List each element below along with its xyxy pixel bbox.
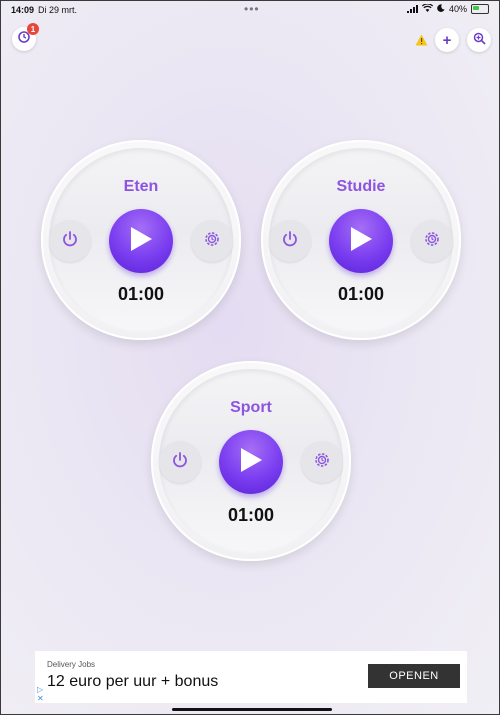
home-indicator[interactable] xyxy=(172,708,332,711)
play-button[interactable] xyxy=(219,430,283,494)
timer-time: 01:00 xyxy=(227,505,275,525)
gear-timer-icon xyxy=(423,230,441,253)
zoom-button[interactable] xyxy=(467,28,491,52)
status-right: 40% xyxy=(406,3,489,14)
add-timer-button[interactable]: + xyxy=(435,28,459,52)
status-date: Di 29 mrt. xyxy=(38,5,78,15)
timer-card-studie: Studie 01:00 xyxy=(261,140,461,340)
power-icon xyxy=(61,230,79,253)
timer-time: 01:00 xyxy=(117,284,165,304)
moon-icon xyxy=(437,4,445,14)
timer-list-button[interactable]: 1 xyxy=(12,23,39,51)
signal-icon xyxy=(406,5,418,13)
settings-button[interactable] xyxy=(301,441,343,483)
timer-card-eten: Eten 01:00 xyxy=(41,140,241,340)
play-icon xyxy=(128,225,154,258)
ad-headline: 12 euro per uur + bonus xyxy=(47,673,219,690)
battery-percent: 40% xyxy=(448,4,467,14)
plus-icon: + xyxy=(442,31,452,49)
power-button[interactable] xyxy=(159,441,201,483)
ad-open-button[interactable]: OPENEN xyxy=(368,664,460,688)
power-button[interactable] xyxy=(49,220,91,262)
play-button[interactable] xyxy=(109,209,173,273)
power-icon xyxy=(171,451,189,474)
notification-badge: 1 xyxy=(27,23,39,35)
settings-button[interactable] xyxy=(411,220,453,262)
play-button[interactable] xyxy=(329,209,393,273)
gear-timer-icon xyxy=(313,451,331,474)
zoom-in-icon xyxy=(473,32,486,49)
warning-icon[interactable] xyxy=(415,33,428,51)
wifi-icon xyxy=(421,3,434,14)
battery-icon xyxy=(471,4,489,14)
multitask-dots-icon[interactable]: ••• xyxy=(244,2,260,16)
adchoices-icon[interactable]: ▷ ✕ xyxy=(37,685,44,703)
ad-subtitle: Delivery Jobs xyxy=(47,660,96,669)
settings-button[interactable] xyxy=(191,220,233,262)
gear-timer-icon xyxy=(203,230,221,253)
power-icon xyxy=(281,230,299,253)
play-icon xyxy=(348,225,374,258)
ad-banner[interactable]: Delivery Jobs 12 euro per uur + bonus ▷ ✕… xyxy=(35,651,467,703)
status-bar: 14:09 Di 29 mrt. ••• 40% xyxy=(1,1,499,19)
timer-name: Eten xyxy=(123,178,159,195)
play-icon xyxy=(238,446,264,479)
power-button[interactable] xyxy=(269,220,311,262)
timer-time: 01:00 xyxy=(337,284,385,304)
status-time: 14:09 xyxy=(11,5,35,15)
timer-card-sport: Sport 01:00 xyxy=(151,361,351,561)
timer-name: Sport xyxy=(230,399,272,416)
timer-name: Studie xyxy=(336,178,386,195)
